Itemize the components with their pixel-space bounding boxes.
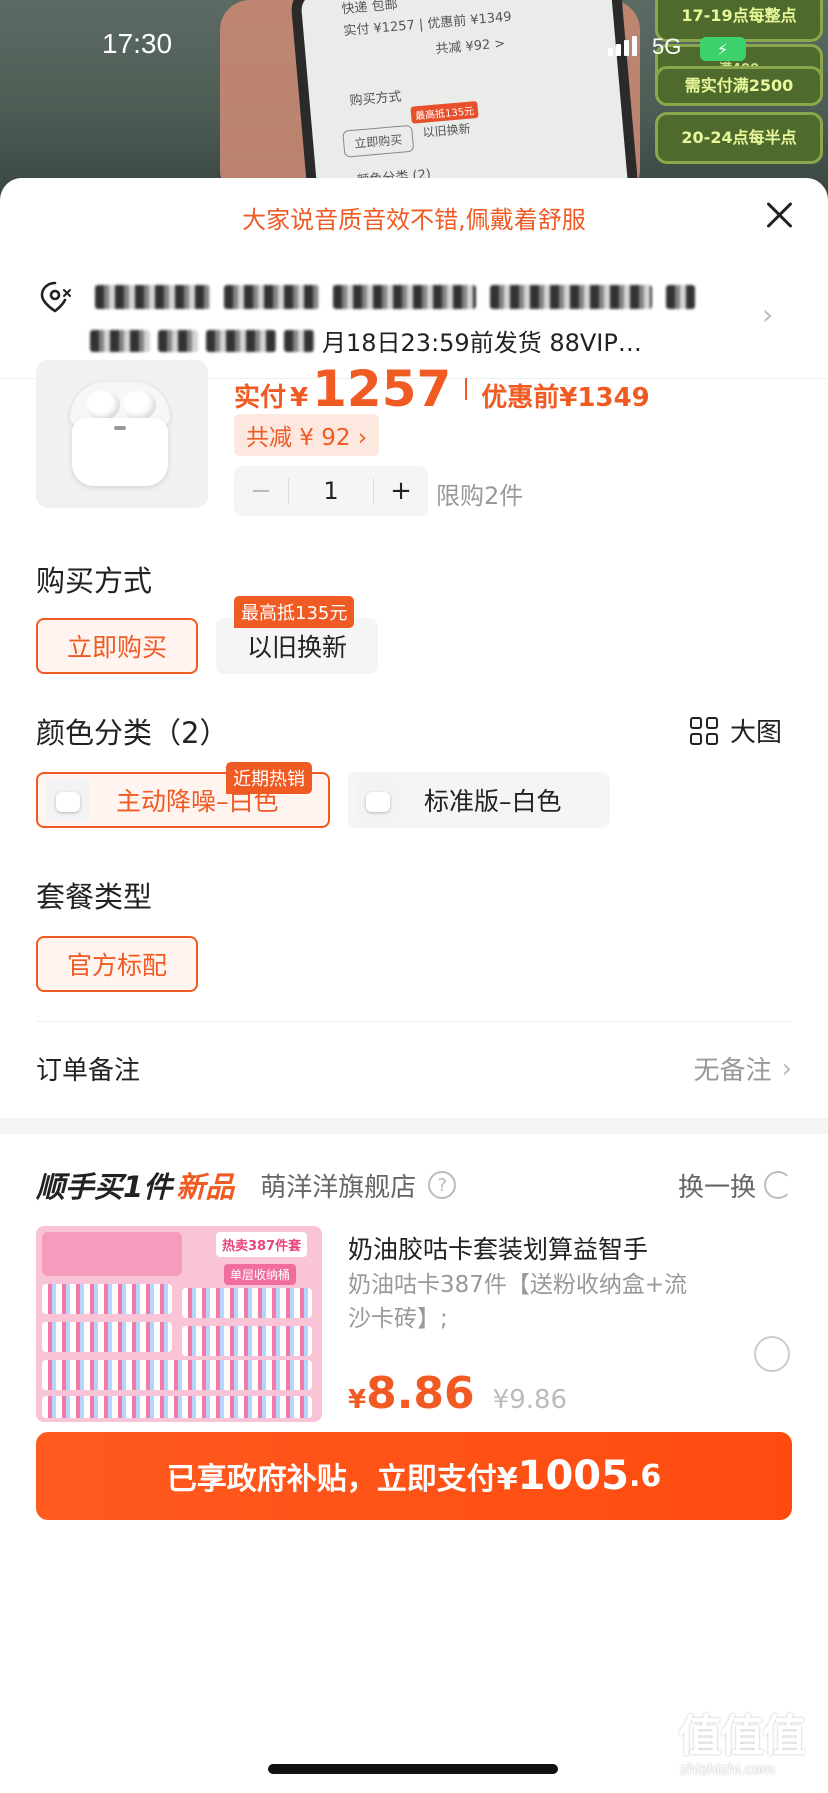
select-radio[interactable] <box>754 1336 790 1372</box>
chevron-right-icon: › <box>781 1053 792 1084</box>
address-blurred <box>95 278 695 316</box>
promo-badge[interactable]: 需实付满2500 <box>655 66 823 106</box>
orig-label: 优惠前 <box>481 383 560 413</box>
recommend-item-desc: 奶油咕卡387件【送粉收纳盒+流沙卡砖】; <box>348 1272 688 1332</box>
order-note-label: 订单备注 <box>36 1056 141 1086</box>
trade-in-badge: 最高抵135元 <box>234 596 355 628</box>
big-view-button[interactable]: 大图 <box>690 712 782 749</box>
swap-label: 换一换 <box>677 1172 756 1203</box>
home-indicator[interactable] <box>268 1764 558 1774</box>
pay-button[interactable]: 已享政府补贴，立即支付¥ 1005 .6 <box>36 1432 792 1520</box>
pay-decimals: .6 <box>628 1458 662 1494</box>
image-header <box>42 1232 182 1276</box>
delivery-text: 月18日23:59前发货 88VIP… <box>322 329 642 357</box>
buy-now-option[interactable]: 立即购买 <box>36 618 198 674</box>
color-thumb <box>356 778 400 822</box>
image-store-label: 单层收纳桶 <box>224 1264 297 1285</box>
pay-text: 已享政府补贴，立即支付¥ <box>166 1462 518 1497</box>
phone-text: 立即购买 <box>342 124 415 158</box>
chevron-right-icon: › <box>762 298 774 331</box>
airpods-case-image <box>72 418 168 486</box>
phone-text: 以旧换新 <box>422 121 472 140</box>
swap-button[interactable]: 换一换 <box>678 1167 792 1204</box>
phone-text: 快递 包邮 <box>341 0 399 18</box>
phone-text: 共减 ¥92 > <box>434 36 506 58</box>
order-note-row[interactable]: 订单备注 无备注 › <box>36 1050 792 1087</box>
price-original: ¥9.86 <box>492 1385 568 1415</box>
recommend-item-title[interactable]: 奶油胶咕卡套装划算益智手 <box>348 1230 648 1266</box>
phone-text: 购买方式 <box>349 89 403 110</box>
decrease-button[interactable]: − <box>234 466 288 516</box>
promo-badge[interactable]: 20-24点每半点 <box>655 112 823 164</box>
grid-icon <box>690 716 718 745</box>
recommend-title: 顺手买1件 <box>36 1170 173 1204</box>
hot-sale-badge: 近期热销 <box>226 762 312 794</box>
purchase-method-title: 购买方式 <box>36 564 153 598</box>
package-option-official[interactable]: 官方标配 <box>36 936 198 992</box>
recommend-header: 顺手买1件 新品 萌洋洋旗舰店 ? 换一换 <box>36 1164 792 1206</box>
help-icon[interactable]: ? <box>428 1171 457 1199</box>
paid-price: 1257 <box>312 360 452 418</box>
currency-symbol: ¥ <box>290 383 309 413</box>
paid-label: 实付 <box>234 383 287 413</box>
purchase-limit: 限购2件 <box>436 482 524 510</box>
purchase-sheet: 大家说音质音效不错,佩戴着舒服 月18日23:59前发货 88VIP… › 实付… <box>0 178 828 1793</box>
color-title: 颜色分类（2） <box>36 716 229 750</box>
package-title: 套餐类型 <box>36 880 153 914</box>
big-view-label: 大图 <box>730 718 783 748</box>
phone-image: 快递 包邮 实付 ¥1257 | 优惠前 ¥1349 共减 ¥92 > 购买方式… <box>289 0 641 200</box>
shop-name[interactable]: 萌洋洋旗舰店 <box>260 1167 416 1204</box>
color-option-label: 标准版–白色 <box>424 787 562 816</box>
review-tip: 大家说音质音效不错,佩戴着舒服 <box>242 206 586 234</box>
order-note-text: 无备注 <box>693 1056 772 1086</box>
color-thumb <box>46 778 90 822</box>
battery-icon: ⚡ <box>700 37 746 61</box>
delivery-info: 月18日23:59前发货 88VIP… <box>90 323 642 358</box>
signal-icon <box>608 36 637 56</box>
divider <box>36 1021 792 1022</box>
pay-amount: 1005 <box>517 1453 629 1499</box>
orig-price: ¥1349 <box>559 383 650 413</box>
network-label: 5G <box>652 34 682 59</box>
watermark-site: zhizhizhi.com <box>680 1762 775 1778</box>
section-gap <box>0 1118 828 1134</box>
price-currency: ¥ <box>348 1385 367 1415</box>
recommend-item-image[interactable]: 热卖387件套 单层收纳桶 <box>36 1226 322 1422</box>
price-divider <box>465 378 468 400</box>
increase-button[interactable]: + <box>374 466 428 516</box>
close-icon[interactable] <box>760 196 798 234</box>
product-image[interactable] <box>36 360 208 508</box>
recommend-item-price: ¥ 8.86 ¥9.86 <box>348 1368 567 1419</box>
price-row: 实付 ¥ 1257 优惠前 ¥1349 <box>234 360 650 418</box>
image-hot-label: 热卖387件套 <box>216 1232 308 1257</box>
quantity-input[interactable]: 1 <box>288 477 374 505</box>
discount-detail-button[interactable]: 共减 ¥ 92 › <box>234 414 380 456</box>
location-pin-icon <box>40 281 71 313</box>
refresh-icon <box>764 1171 792 1199</box>
color-option-standard[interactable]: 标准版–白色 <box>348 772 610 828</box>
order-note-value: 无备注 › <box>694 1050 792 1087</box>
price-value: 8.86 <box>366 1368 475 1419</box>
quantity-stepper: − 1 + <box>234 466 428 516</box>
status-time: 17:30 <box>102 28 173 59</box>
recommend-new-label: 新品 <box>176 1170 235 1204</box>
address-row[interactable]: 月18日23:59前发货 88VIP… › <box>0 258 828 368</box>
watermark-logo: 值值值 <box>678 1711 806 1762</box>
